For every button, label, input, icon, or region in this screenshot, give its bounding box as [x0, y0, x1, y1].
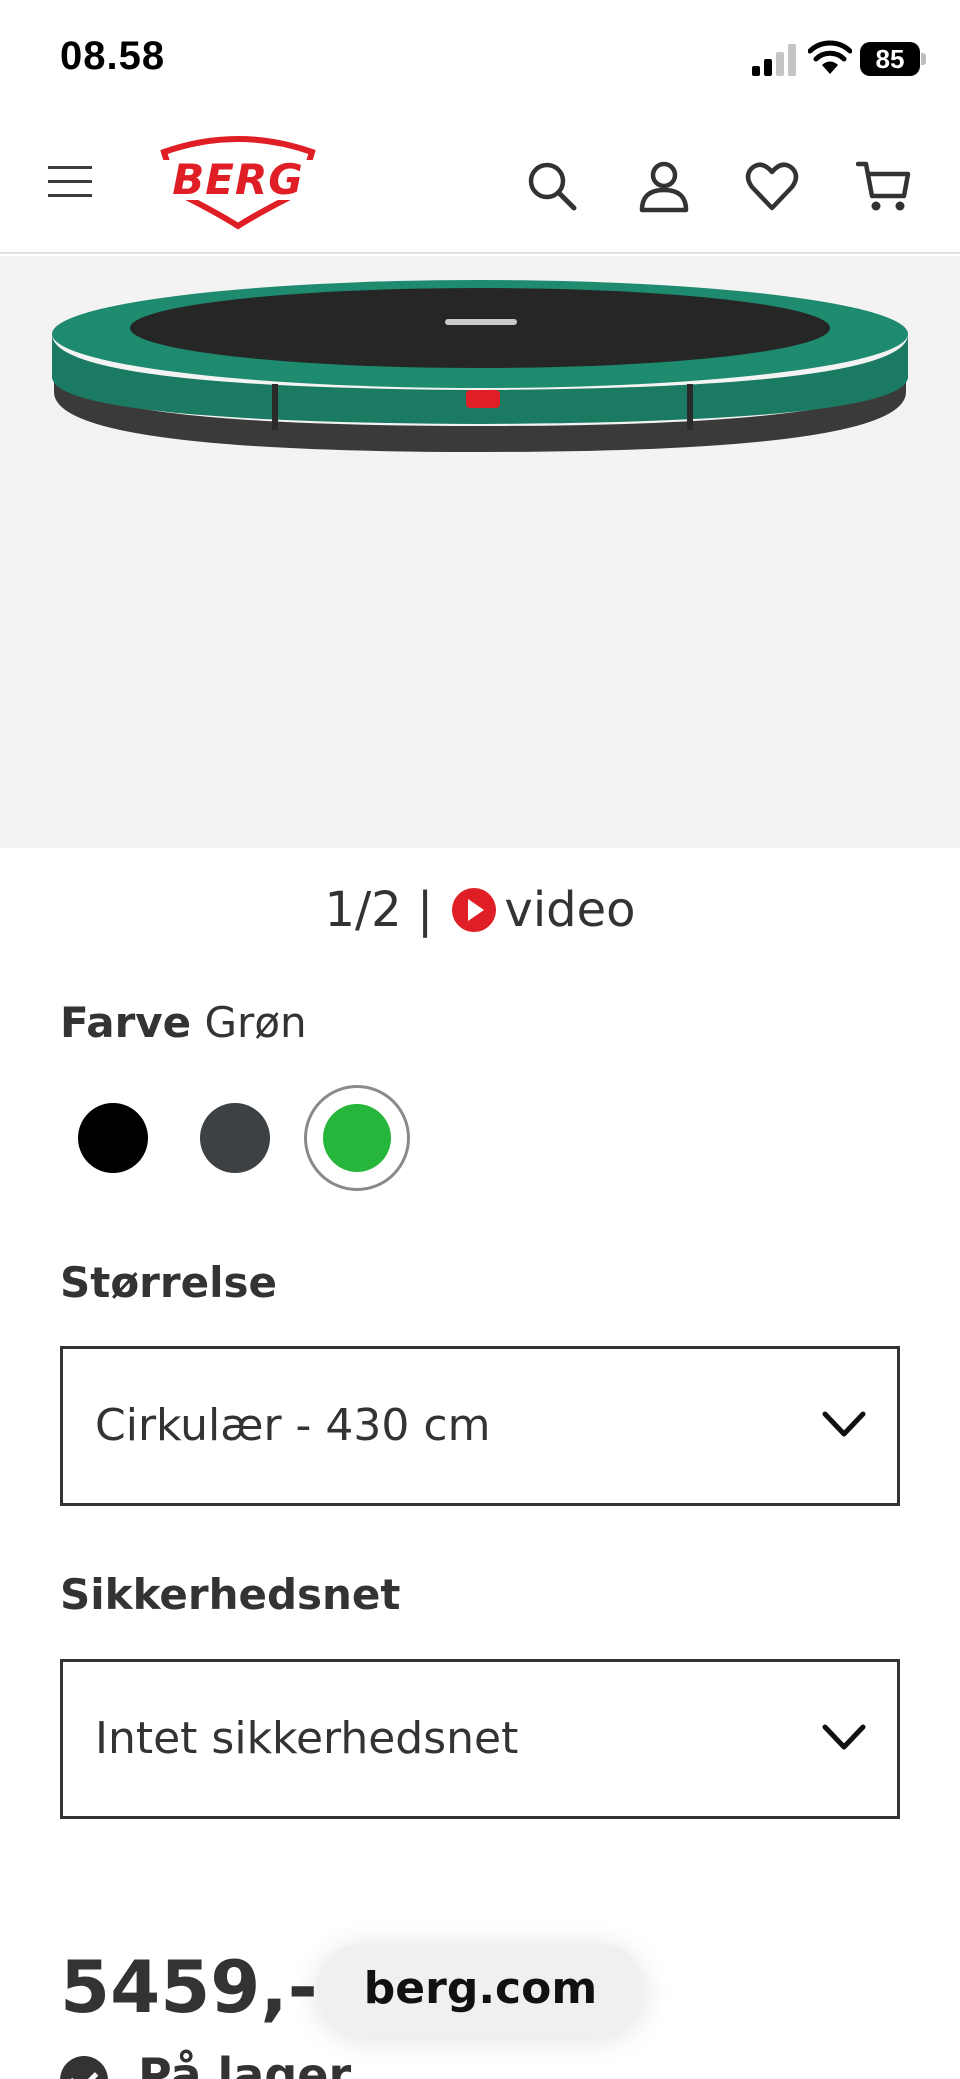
color-label-title: Farve: [60, 998, 192, 1047]
browser-url-bar[interactable]: berg.com: [317, 1943, 644, 2035]
berg-logo[interactable]: BERG: [150, 134, 326, 232]
gallery-pager: 1/2 | video: [0, 880, 960, 940]
size-select-value: Cirkulær - 430 cm: [95, 1400, 491, 1451]
page: 08.58 85 BERG 1/2 | video Farve Grøn Stø…: [0, 0, 960, 2079]
battery-icon: 85: [860, 42, 926, 76]
account-icon[interactable]: [636, 158, 692, 214]
cart-icon[interactable]: [856, 158, 912, 214]
color-label: Farve Grøn: [60, 998, 307, 1047]
safety-net-select[interactable]: Intet sikkerhedsnet: [60, 1659, 900, 1819]
chevron-down-icon: [822, 1724, 866, 1750]
safety-net-label: Sikkerhedsnet: [60, 1570, 401, 1619]
stock-status-text: På lager: [138, 2048, 352, 2079]
play-video-icon[interactable]: [452, 888, 497, 932]
color-swatch-dark-grey[interactable]: [200, 1103, 270, 1173]
trampoline-image: [52, 280, 908, 452]
wifi-icon: [808, 40, 852, 74]
gallery-counter: 1/2 |: [324, 882, 434, 938]
size-label: Størrelse: [60, 1258, 277, 1307]
product-price: 5459,-: [60, 1945, 318, 2029]
status-bar: 08.58 85: [0, 0, 960, 118]
wishlist-heart-icon[interactable]: [744, 158, 800, 214]
battery-level: 85: [875, 44, 905, 74]
menu-icon[interactable]: [48, 166, 92, 198]
color-selected-value: Grøn: [204, 998, 307, 1047]
color-swatch-green[interactable]: [323, 1104, 391, 1172]
product-image-gallery[interactable]: [0, 256, 960, 848]
search-icon[interactable]: [524, 158, 580, 214]
cellular-signal-icon: [752, 44, 796, 76]
chevron-down-icon: [822, 1411, 866, 1437]
video-link[interactable]: video: [504, 882, 635, 938]
check-icon: [60, 2056, 108, 2079]
size-select[interactable]: Cirkulær - 430 cm: [60, 1346, 900, 1506]
color-swatch-black[interactable]: [78, 1103, 148, 1173]
status-time: 08.58: [60, 34, 166, 78]
svg-text:BERG: BERG: [172, 155, 304, 204]
safety-net-select-value: Intet sikkerhedsnet: [95, 1713, 519, 1764]
site-header: BERG: [0, 118, 960, 254]
